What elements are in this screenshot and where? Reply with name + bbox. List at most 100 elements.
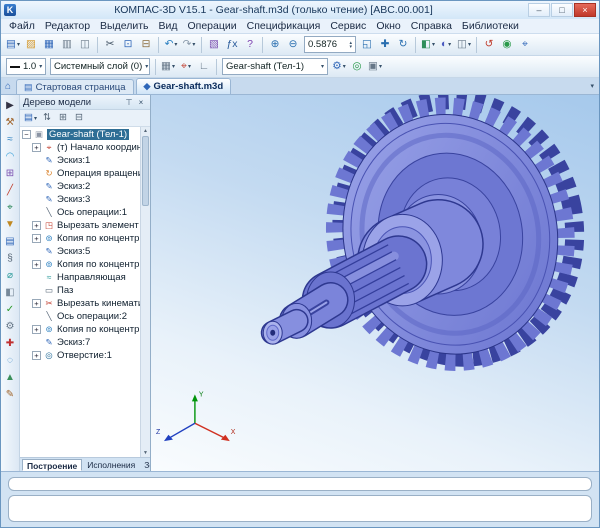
zoom-scale-combo[interactable]: 0.5876 ▴▾ xyxy=(304,36,356,53)
panel-button[interactable]: ≈ xyxy=(2,131,19,148)
toolbar-button[interactable]: ⌖ ▾ xyxy=(177,57,195,76)
minimize-button[interactable]: – xyxy=(528,3,550,17)
tree-item[interactable]: + ⊚ Копия по концентрич xyxy=(20,323,140,336)
panel-button[interactable]: ⌖ xyxy=(2,199,19,216)
tree-item[interactable]: ╲ Ось операции:2 xyxy=(20,310,140,323)
toolbar-button[interactable]: ↷ ▾ xyxy=(180,35,198,54)
menu-item[interactable]: Сервис xyxy=(325,19,371,34)
tree-scrollbar[interactable]: ▲ ▼ xyxy=(140,127,150,457)
toolbar-button[interactable]: ? xyxy=(241,35,259,54)
tree-item[interactable]: ≈ Направляющая xyxy=(20,271,140,284)
current-part-combo[interactable]: Gear-shaft (Тел-1) ▾ xyxy=(222,58,328,75)
tree-item[interactable]: + ◳ Вырезать элемент вы xyxy=(20,219,140,232)
expander-icon[interactable]: − xyxy=(22,130,31,139)
tab-gear-shaft[interactable]: ◆ Gear-shaft.m3d xyxy=(136,78,232,94)
toolbar-button[interactable]: ▦ xyxy=(40,35,58,54)
tab-start-page[interactable]: ▤ Стартовая страница xyxy=(16,79,133,94)
menu-item[interactable]: Вид xyxy=(153,19,182,34)
toolbar-button[interactable]: ▦ ▾ xyxy=(159,57,177,76)
toolbar-button[interactable]: ⊕ xyxy=(266,35,284,54)
panel-button[interactable]: ✓ xyxy=(2,301,19,318)
toolbar-button[interactable]: ↺ xyxy=(480,35,498,54)
toolbar-button[interactable]: ◎ xyxy=(348,57,366,76)
toolbar-button[interactable]: ∟ xyxy=(195,57,213,76)
tree-item[interactable]: ✎ Эскиз:5 xyxy=(20,245,140,258)
expander-icon[interactable]: + xyxy=(32,351,41,360)
scrollbar-thumb[interactable] xyxy=(142,136,149,206)
panel-button[interactable]: ⊞ xyxy=(2,165,19,182)
tree-item[interactable]: ✎ Эскиз:7 xyxy=(20,336,140,349)
toolbar-button[interactable]: ⌖ xyxy=(516,35,534,54)
panel-button[interactable]: ✚ xyxy=(2,335,19,352)
toolbar-button[interactable]: ◧ ▾ xyxy=(419,35,437,54)
expander-icon[interactable] xyxy=(32,247,41,256)
panel-button[interactable]: ⌀ xyxy=(2,267,19,284)
toolbar-button[interactable]: ⊡ xyxy=(119,35,137,54)
toolbar-button[interactable]: ◱ xyxy=(358,35,376,54)
toolbar-button[interactable]: ✚ xyxy=(376,35,394,54)
tree-item[interactable]: + ⊚ Копия по концентрич xyxy=(20,258,140,271)
panel-button[interactable]: § xyxy=(2,250,19,267)
menu-item[interactable]: Файл xyxy=(4,19,40,34)
maximize-button[interactable]: □ xyxy=(551,3,573,17)
tree-item[interactable]: ✎ Эскиз:2 xyxy=(20,180,140,193)
panel-button[interactable]: ▶ xyxy=(2,97,19,114)
line-weight-combo[interactable]: 1.0 ▾ xyxy=(6,58,46,75)
menu-item[interactable]: Справка xyxy=(406,19,457,34)
panel-button[interactable]: ◧ xyxy=(2,284,19,301)
panel-button[interactable]: ▼ xyxy=(2,216,19,233)
tree-item[interactable]: + ⌖ (т) Начало координат xyxy=(20,141,140,154)
expander-icon[interactable]: + xyxy=(32,299,41,308)
panel-button[interactable]: ▲ xyxy=(2,369,19,386)
tree-item[interactable]: ↻ Операция вращения: xyxy=(20,167,140,180)
tab-postroenie[interactable]: Построение xyxy=(22,459,82,471)
expander-icon[interactable] xyxy=(32,312,41,321)
menu-item[interactable]: Редактор xyxy=(40,19,95,34)
tab-list-dropdown-icon[interactable]: ▾ xyxy=(590,82,594,90)
expander-icon[interactable] xyxy=(32,195,41,204)
toolbar-button[interactable]: ✂ xyxy=(101,35,119,54)
toolbar-button[interactable]: ▧ xyxy=(205,35,223,54)
close-icon[interactable]: × xyxy=(135,98,147,107)
tree-item-root[interactable]: − ▣ Gear-shaft (Тел-1) xyxy=(20,128,140,141)
toolbar-button[interactable]: ▥ xyxy=(58,35,76,54)
tree-item[interactable]: ╲ Ось операции:1 xyxy=(20,206,140,219)
toolbar-button[interactable]: ▤ ▾ xyxy=(22,111,39,126)
toolbar-button[interactable]: ◫ ▾ xyxy=(455,35,473,54)
pin-icon[interactable]: ⊤ xyxy=(123,98,135,107)
scroll-up-icon[interactable]: ▲ xyxy=(143,128,148,134)
toolbar-button[interactable]: ƒx xyxy=(223,35,241,54)
toolbar-button[interactable]: ▣ ▾ xyxy=(366,57,384,76)
tab-ispolneniya[interactable]: Исполнения xyxy=(83,459,139,471)
menu-item[interactable]: Библиотеки xyxy=(457,19,524,34)
expander-icon[interactable]: + xyxy=(32,260,41,269)
menu-item[interactable]: Выделить xyxy=(95,19,153,34)
menu-item[interactable]: Окно xyxy=(371,19,405,34)
panel-button[interactable]: ╱ xyxy=(2,182,19,199)
tree-item[interactable]: ▭ Паз xyxy=(20,284,140,297)
spinner-icon[interactable]: ▴▾ xyxy=(347,41,352,49)
toolbar-button[interactable]: ◐ ▾ xyxy=(437,35,455,54)
layer-combo[interactable]: Системный слой (0) ▾ xyxy=(50,58,150,75)
tree-item[interactable]: ✎ Эскиз:1 xyxy=(20,154,140,167)
expander-icon[interactable] xyxy=(32,169,41,178)
toolbar-button[interactable]: ◫ xyxy=(76,35,94,54)
toolbar-button[interactable]: ⊞ xyxy=(55,111,71,126)
expander-icon[interactable]: + xyxy=(32,221,41,230)
panel-button[interactable]: ⚒ xyxy=(2,114,19,131)
tree-item[interactable]: + ◎ Отверстие:1 xyxy=(20,349,140,362)
toolbar-button[interactable]: ⊟ xyxy=(71,111,87,126)
expander-icon[interactable]: + xyxy=(32,234,41,243)
close-button[interactable]: × xyxy=(574,3,596,17)
toolbar-button[interactable]: ▨ xyxy=(22,35,40,54)
scroll-down-icon[interactable]: ▼ xyxy=(143,450,148,456)
toolbar-button[interactable]: ⚙ ▾ xyxy=(330,57,348,76)
toolbar-button[interactable]: ◉ xyxy=(498,35,516,54)
home-icon[interactable]: ⌂ xyxy=(5,81,11,92)
toolbar-button[interactable]: ⇅ xyxy=(39,111,55,126)
menu-item[interactable]: Операции xyxy=(182,19,241,34)
expander-icon[interactable] xyxy=(32,208,41,217)
expander-icon[interactable] xyxy=(32,156,41,165)
panel-button[interactable]: ◠ xyxy=(2,148,19,165)
toolbar-button[interactable]: ↻ xyxy=(394,35,412,54)
